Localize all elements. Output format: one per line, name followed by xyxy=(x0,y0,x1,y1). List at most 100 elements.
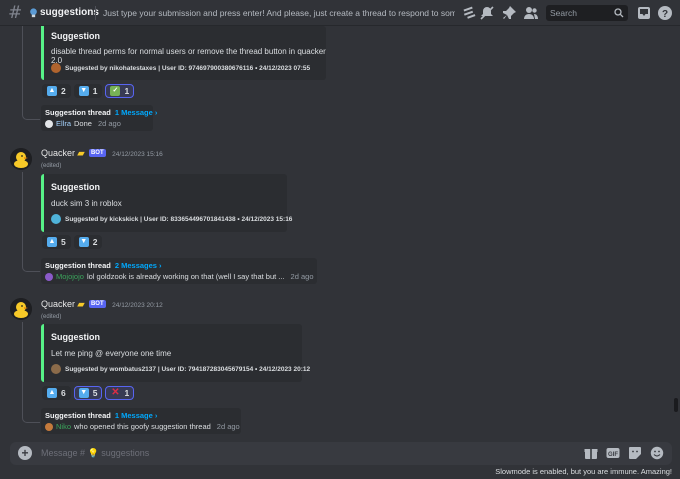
thread-preview[interactable]: Suggestion thread 1 Message › Niko who op… xyxy=(41,408,241,434)
svg-text:?: ? xyxy=(662,9,668,20)
duck-icon xyxy=(10,148,32,170)
embed-title: Suggestion xyxy=(51,332,100,342)
reactions-bar: ▲ 2 ▼ 1 ✓ 1 xyxy=(42,84,135,98)
thread-preview[interactable]: Suggestion thread 2 Messages › Mojojojo l… xyxy=(41,258,317,284)
arrow-down-icon: ▼ xyxy=(78,237,89,247)
suggester-avatar xyxy=(51,364,61,374)
mute-bell-icon[interactable] xyxy=(479,5,495,21)
reaction-upvote[interactable]: ▲ 2 xyxy=(42,84,71,98)
thread-title: Suggestion thread 1 Message › xyxy=(45,411,158,420)
thread-last-message: Ellra Done 2d ago xyxy=(45,119,121,128)
thread-connector xyxy=(22,172,40,272)
reaction-count: 5 xyxy=(92,388,98,398)
arrow-down-icon: ▼ xyxy=(78,388,89,398)
thread-time: 2d ago xyxy=(216,422,240,431)
thread-message-count[interactable]: 1 Message › xyxy=(115,411,158,420)
bot-avatar[interactable] xyxy=(10,148,32,170)
arrow-up-icon: ▲ xyxy=(47,388,57,398)
duck-emoji-icon: ▰ xyxy=(77,299,85,309)
lightbulb-icon xyxy=(30,8,37,18)
inbox-icon[interactable] xyxy=(636,5,652,21)
divider xyxy=(95,6,96,20)
reaction-count: 1 xyxy=(124,86,130,96)
edited-label: (edited) xyxy=(41,314,62,320)
thread-text: Done xyxy=(74,119,92,128)
arrow-up-icon: ▲ xyxy=(47,237,57,247)
suggester-avatar xyxy=(51,63,61,73)
avatar xyxy=(45,272,53,281)
embed-description: Let me ping @ everyone one time xyxy=(51,349,172,358)
suggestion-embed: Suggestion Let me ping @ everyone one ti… xyxy=(41,324,310,382)
emoji-icon[interactable] xyxy=(650,446,664,460)
scrollbar-thumb[interactable] xyxy=(674,398,678,412)
thread-user[interactable]: Ellra xyxy=(56,119,71,128)
suggestion-embed: Suggestion disable thread perms for norm… xyxy=(41,26,326,80)
thread-connector xyxy=(22,26,40,120)
embed-footer-text: Suggested by wombatus2137 | User ID: 794… xyxy=(65,365,311,373)
reaction-downvote[interactable]: ▼ 5 xyxy=(73,386,103,400)
embed-description: duck sim 3 in roblox xyxy=(51,199,122,208)
timestamp[interactable]: 24/12/2023 20:12 xyxy=(112,302,163,309)
message-author: Quacker ▰ BOT 24/12/2023 20:12 xyxy=(41,299,163,310)
thread-time: 2d ago xyxy=(97,119,121,128)
embed-footer-text: Suggested by nikohatestaxes | User ID: 9… xyxy=(65,64,311,72)
search-input[interactable]: Search xyxy=(550,8,577,18)
check-mark-icon: ✓ xyxy=(110,86,121,96)
pin-icon[interactable] xyxy=(501,5,517,21)
reaction-upvote[interactable]: ▲ 6 xyxy=(42,386,71,400)
thread-time: 2d ago xyxy=(290,272,314,281)
reaction-downvote[interactable]: ▼ 1 xyxy=(73,84,103,98)
suggester-avatar xyxy=(51,214,61,224)
duck-emoji-icon: ▰ xyxy=(77,148,85,158)
avatar xyxy=(45,422,53,431)
gift-icon[interactable] xyxy=(584,446,598,460)
help-icon[interactable]: ? xyxy=(657,5,673,21)
thread-text: lol goldzook is already working on that … xyxy=(86,272,285,281)
bot-avatar[interactable] xyxy=(10,298,32,320)
thread-connector xyxy=(22,322,40,423)
thread-preview[interactable]: Suggestion thread 1 Message › Ellra Done … xyxy=(41,105,157,131)
svg-text:GIF: GIF xyxy=(608,452,618,458)
thread-user[interactable]: Mojojojo xyxy=(56,272,84,281)
reaction-cross[interactable]: ✕ 1 xyxy=(105,386,135,400)
add-attachment-button[interactable]: + xyxy=(18,446,32,460)
reaction-downvote[interactable]: ▼ 2 xyxy=(73,235,103,249)
message-composer[interactable]: + Message # 💡 suggestions GIF xyxy=(10,442,672,465)
thread-message-count[interactable]: 2 Messages › xyxy=(115,261,162,270)
reactions-bar: ▲ 6 ▼ 5 ✕ 1 xyxy=(42,386,135,400)
search-icon xyxy=(614,8,624,18)
members-icon[interactable] xyxy=(523,5,539,21)
timestamp[interactable]: 24/12/2023 15:16 xyxy=(112,151,163,158)
sticker-icon[interactable] xyxy=(628,446,642,460)
gif-icon[interactable]: GIF xyxy=(606,446,620,460)
thread-title: Suggestion thread 2 Messages › xyxy=(45,261,162,270)
author-name[interactable]: Quacker xyxy=(41,299,75,309)
reaction-count: 2 xyxy=(61,86,66,96)
search-box[interactable]: Search xyxy=(546,5,628,21)
thread-message-count[interactable]: 1 Message › xyxy=(115,108,158,117)
bot-tag: BOT xyxy=(88,149,106,157)
reaction-upvote[interactable]: ▲ 5 xyxy=(42,235,71,249)
threads-icon[interactable] xyxy=(461,5,477,21)
embed-footer-text: Suggested by kickskick | User ID: 833654… xyxy=(65,215,293,223)
thread-text: who opened this goofy suggestion thread xyxy=(74,422,211,431)
thread-title: Suggestion thread 1 Message › xyxy=(45,108,158,117)
reaction-check[interactable]: ✓ 1 xyxy=(105,84,135,98)
author-name[interactable]: Quacker xyxy=(41,148,75,158)
embed-footer: Suggested by kickskick | User ID: 833654… xyxy=(51,214,292,224)
message-input[interactable]: Message # 💡 suggestions xyxy=(41,448,149,459)
channel-topic[interactable]: Just type your submission and press ente… xyxy=(103,8,455,18)
channel-header: # suggestions Just type your submission … xyxy=(0,0,680,26)
suggestion-embed: Suggestion duck sim 3 in roblox Suggeste… xyxy=(41,174,292,232)
slowmode-notice: Slowmode is enabled, but you are immune.… xyxy=(495,467,672,476)
channel-name: suggestions xyxy=(40,7,99,18)
reaction-count: 5 xyxy=(61,237,66,247)
reaction-count: 6 xyxy=(61,388,66,398)
message-author: Quacker ▰ BOT 24/12/2023 15:16 xyxy=(41,148,163,159)
embed-title: Suggestion xyxy=(51,31,100,41)
thread-last-message: Mojojojo lol goldzook is already working… xyxy=(45,272,314,281)
reactions-bar: ▲ 5 ▼ 2 xyxy=(42,235,103,249)
embed-title: Suggestion xyxy=(51,182,100,192)
avatar xyxy=(45,119,53,128)
thread-user[interactable]: Niko xyxy=(56,422,71,431)
